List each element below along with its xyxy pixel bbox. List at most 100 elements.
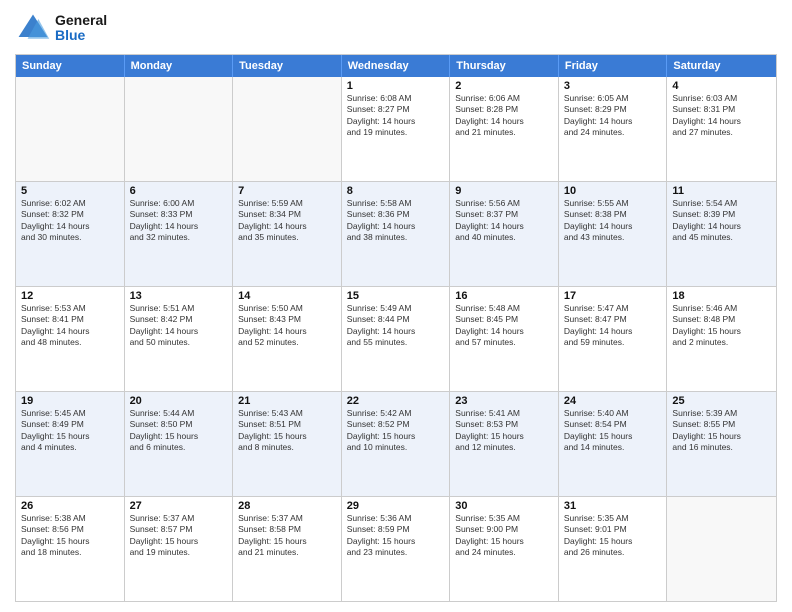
cell-info: Sunrise: 5:48 AM Sunset: 8:45 PM Dayligh…: [455, 303, 553, 349]
cell-info: Sunrise: 5:46 AM Sunset: 8:48 PM Dayligh…: [672, 303, 771, 349]
cell-info: Sunrise: 5:55 AM Sunset: 8:38 PM Dayligh…: [564, 198, 662, 244]
cell-info: Sunrise: 5:54 AM Sunset: 8:39 PM Dayligh…: [672, 198, 771, 244]
day-number: 1: [347, 80, 445, 92]
day-number: 28: [238, 500, 336, 512]
cell-info: Sunrise: 6:00 AM Sunset: 8:33 PM Dayligh…: [130, 198, 228, 244]
day-number: 7: [238, 185, 336, 197]
logo: General Blue: [15, 10, 107, 46]
calendar-cell-6: 6Sunrise: 6:00 AM Sunset: 8:33 PM Daylig…: [125, 182, 234, 286]
calendar-cell-21: 21Sunrise: 5:43 AM Sunset: 8:51 PM Dayli…: [233, 392, 342, 496]
day-number: 22: [347, 395, 445, 407]
day-number: 25: [672, 395, 771, 407]
calendar-row-3: 12Sunrise: 5:53 AM Sunset: 8:41 PM Dayli…: [16, 286, 776, 391]
logo-blue: Blue: [55, 27, 85, 43]
calendar-header: SundayMondayTuesdayWednesdayThursdayFrid…: [16, 55, 776, 77]
calendar-cell-27: 27Sunrise: 5:37 AM Sunset: 8:57 PM Dayli…: [125, 497, 234, 601]
day-number: 13: [130, 290, 228, 302]
calendar-cell-empty: [667, 497, 776, 601]
calendar-header-sunday: Sunday: [16, 55, 125, 77]
calendar-header-wednesday: Wednesday: [342, 55, 451, 77]
day-number: 12: [21, 290, 119, 302]
calendar-body: 1Sunrise: 6:08 AM Sunset: 8:27 PM Daylig…: [16, 77, 776, 601]
day-number: 29: [347, 500, 445, 512]
calendar-header-thursday: Thursday: [450, 55, 559, 77]
calendar-cell-2: 2Sunrise: 6:06 AM Sunset: 8:28 PM Daylig…: [450, 77, 559, 181]
cell-info: Sunrise: 5:37 AM Sunset: 8:58 PM Dayligh…: [238, 513, 336, 559]
day-number: 11: [672, 185, 771, 197]
calendar-cell-13: 13Sunrise: 5:51 AM Sunset: 8:42 PM Dayli…: [125, 287, 234, 391]
calendar-cell-14: 14Sunrise: 5:50 AM Sunset: 8:43 PM Dayli…: [233, 287, 342, 391]
page: General Blue SundayMondayTuesdayWednesda…: [0, 0, 792, 612]
calendar-row-1: 1Sunrise: 6:08 AM Sunset: 8:27 PM Daylig…: [16, 77, 776, 181]
day-number: 3: [564, 80, 662, 92]
cell-info: Sunrise: 5:45 AM Sunset: 8:49 PM Dayligh…: [21, 408, 119, 454]
cell-info: Sunrise: 5:47 AM Sunset: 8:47 PM Dayligh…: [564, 303, 662, 349]
calendar-cell-empty: [16, 77, 125, 181]
cell-info: Sunrise: 5:44 AM Sunset: 8:50 PM Dayligh…: [130, 408, 228, 454]
calendar-cell-9: 9Sunrise: 5:56 AM Sunset: 8:37 PM Daylig…: [450, 182, 559, 286]
cell-info: Sunrise: 5:51 AM Sunset: 8:42 PM Dayligh…: [130, 303, 228, 349]
calendar-cell-7: 7Sunrise: 5:59 AM Sunset: 8:34 PM Daylig…: [233, 182, 342, 286]
calendar-header-saturday: Saturday: [667, 55, 776, 77]
calendar-cell-empty: [233, 77, 342, 181]
cell-info: Sunrise: 5:49 AM Sunset: 8:44 PM Dayligh…: [347, 303, 445, 349]
calendar-cell-16: 16Sunrise: 5:48 AM Sunset: 8:45 PM Dayli…: [450, 287, 559, 391]
day-number: 2: [455, 80, 553, 92]
cell-info: Sunrise: 5:40 AM Sunset: 8:54 PM Dayligh…: [564, 408, 662, 454]
day-number: 30: [455, 500, 553, 512]
cell-info: Sunrise: 5:42 AM Sunset: 8:52 PM Dayligh…: [347, 408, 445, 454]
day-number: 24: [564, 395, 662, 407]
day-number: 5: [21, 185, 119, 197]
cell-info: Sunrise: 6:05 AM Sunset: 8:29 PM Dayligh…: [564, 93, 662, 139]
logo-text: General Blue: [55, 13, 107, 44]
cell-info: Sunrise: 5:56 AM Sunset: 8:37 PM Dayligh…: [455, 198, 553, 244]
calendar-cell-empty: [125, 77, 234, 181]
calendar-cell-17: 17Sunrise: 5:47 AM Sunset: 8:47 PM Dayli…: [559, 287, 668, 391]
calendar-cell-18: 18Sunrise: 5:46 AM Sunset: 8:48 PM Dayli…: [667, 287, 776, 391]
calendar-cell-26: 26Sunrise: 5:38 AM Sunset: 8:56 PM Dayli…: [16, 497, 125, 601]
calendar-header-friday: Friday: [559, 55, 668, 77]
cell-info: Sunrise: 5:58 AM Sunset: 8:36 PM Dayligh…: [347, 198, 445, 244]
logo-icon: [15, 10, 51, 46]
header: General Blue: [15, 10, 777, 46]
calendar-cell-22: 22Sunrise: 5:42 AM Sunset: 8:52 PM Dayli…: [342, 392, 451, 496]
cell-info: Sunrise: 5:36 AM Sunset: 8:59 PM Dayligh…: [347, 513, 445, 559]
calendar-header-tuesday: Tuesday: [233, 55, 342, 77]
cell-info: Sunrise: 5:53 AM Sunset: 8:41 PM Dayligh…: [21, 303, 119, 349]
day-number: 14: [238, 290, 336, 302]
calendar-cell-30: 30Sunrise: 5:35 AM Sunset: 9:00 PM Dayli…: [450, 497, 559, 601]
cell-info: Sunrise: 5:37 AM Sunset: 8:57 PM Dayligh…: [130, 513, 228, 559]
cell-info: Sunrise: 6:06 AM Sunset: 8:28 PM Dayligh…: [455, 93, 553, 139]
cell-info: Sunrise: 5:35 AM Sunset: 9:00 PM Dayligh…: [455, 513, 553, 559]
day-number: 19: [21, 395, 119, 407]
calendar-cell-19: 19Sunrise: 5:45 AM Sunset: 8:49 PM Dayli…: [16, 392, 125, 496]
day-number: 26: [21, 500, 119, 512]
calendar-cell-11: 11Sunrise: 5:54 AM Sunset: 8:39 PM Dayli…: [667, 182, 776, 286]
calendar-row-4: 19Sunrise: 5:45 AM Sunset: 8:49 PM Dayli…: [16, 391, 776, 496]
calendar-cell-8: 8Sunrise: 5:58 AM Sunset: 8:36 PM Daylig…: [342, 182, 451, 286]
cell-info: Sunrise: 5:41 AM Sunset: 8:53 PM Dayligh…: [455, 408, 553, 454]
calendar-cell-10: 10Sunrise: 5:55 AM Sunset: 8:38 PM Dayli…: [559, 182, 668, 286]
calendar-cell-20: 20Sunrise: 5:44 AM Sunset: 8:50 PM Dayli…: [125, 392, 234, 496]
calendar-cell-1: 1Sunrise: 6:08 AM Sunset: 8:27 PM Daylig…: [342, 77, 451, 181]
day-number: 15: [347, 290, 445, 302]
calendar-row-5: 26Sunrise: 5:38 AM Sunset: 8:56 PM Dayli…: [16, 496, 776, 601]
day-number: 16: [455, 290, 553, 302]
calendar-cell-31: 31Sunrise: 5:35 AM Sunset: 9:01 PM Dayli…: [559, 497, 668, 601]
day-number: 10: [564, 185, 662, 197]
cell-info: Sunrise: 5:50 AM Sunset: 8:43 PM Dayligh…: [238, 303, 336, 349]
day-number: 4: [672, 80, 771, 92]
calendar-header-monday: Monday: [125, 55, 234, 77]
day-number: 8: [347, 185, 445, 197]
calendar-cell-28: 28Sunrise: 5:37 AM Sunset: 8:58 PM Dayli…: [233, 497, 342, 601]
cell-info: Sunrise: 5:59 AM Sunset: 8:34 PM Dayligh…: [238, 198, 336, 244]
day-number: 21: [238, 395, 336, 407]
day-number: 31: [564, 500, 662, 512]
calendar-cell-29: 29Sunrise: 5:36 AM Sunset: 8:59 PM Dayli…: [342, 497, 451, 601]
cell-info: Sunrise: 6:08 AM Sunset: 8:27 PM Dayligh…: [347, 93, 445, 139]
day-number: 27: [130, 500, 228, 512]
calendar-cell-4: 4Sunrise: 6:03 AM Sunset: 8:31 PM Daylig…: [667, 77, 776, 181]
calendar-cell-25: 25Sunrise: 5:39 AM Sunset: 8:55 PM Dayli…: [667, 392, 776, 496]
day-number: 6: [130, 185, 228, 197]
day-number: 20: [130, 395, 228, 407]
